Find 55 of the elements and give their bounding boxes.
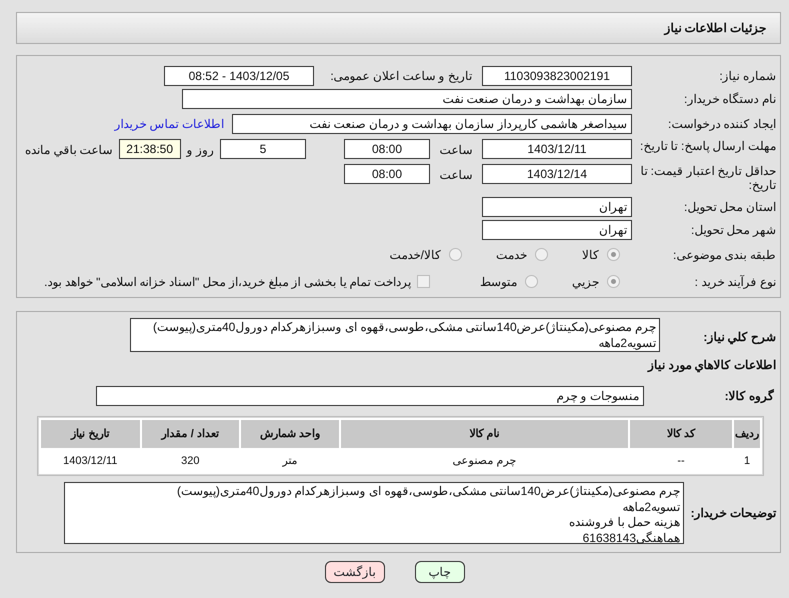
radio-button[interactable] [535, 248, 548, 262]
field-label: روز و [186, 142, 214, 159]
field-label: حداقل تاریخ اعتبار قیمت: تا تاریخ: [639, 164, 777, 193]
reply-date-field[interactable]: 1403/12/11 [482, 139, 632, 159]
field-label: نوع فرآیند خرید : [694, 274, 777, 289]
column-header: واحد شمارش [241, 420, 339, 448]
column-header: نام کالا [340, 420, 628, 448]
section-title: اطلاعات کالاهاي مورد نیاز [646, 357, 777, 374]
column-header: تاریخ نیاز [41, 420, 140, 448]
field-label: شماره نیاز: [718, 68, 777, 84]
province-field[interactable]: تهران [482, 196, 632, 217]
column-header: تعداد / مقدار [142, 420, 240, 448]
radio-label: متوسط [480, 274, 517, 291]
payment-note: پرداخت تمام یا بخشی از مبلغ خرید،از محل "اسناد خزانه اسلامی" خواهد بود. [44, 274, 411, 291]
description-field[interactable]: چرم مصنوعی(مکینتاژ)عرض140سانتی مشکی،طوسی،قهوه ای وسبزازهرکدام دورول40متری(پیوست) تسویه2ماهه [130, 318, 660, 352]
contact-link[interactable]: اطلاعات تماس خریدار [114, 115, 224, 133]
back-button[interactable]: بازگشت [324, 561, 384, 583]
field-label: گروه کالا: [724, 388, 775, 405]
field-label: شرح کلي نیاز: [702, 329, 777, 346]
validity-date-field[interactable]: 1403/12/14 [482, 164, 632, 184]
field-label: نام دستگاه خریدار: [682, 92, 777, 106]
radio-label: کالا [582, 246, 599, 264]
page-title: جزئیات اطلاعات نیاز [664, 20, 766, 37]
city-field[interactable]: تهران [482, 220, 632, 240]
remaining-time-field[interactable]: 21:38:50 [118, 139, 181, 159]
radio-button[interactable] [525, 275, 538, 288]
time-label: ساعت [438, 142, 474, 159]
field-label: توضیحات خریدار: [690, 505, 778, 522]
time-label: ساعت [438, 167, 474, 184]
column-header: کد کالا [630, 420, 732, 448]
field-label: استان محل تحویل: [682, 200, 777, 214]
validity-time-field[interactable]: 08:00 [344, 164, 430, 184]
field-label: مهلت ارسال پاسخ: تا تاریخ: [638, 139, 777, 154]
radio-label: خدمت [496, 246, 527, 264]
field-label: تاریخ و ساعت اعلان عمومی: [329, 68, 472, 85]
days-field[interactable]: 5 [220, 139, 306, 159]
radio-label: جزیي [572, 274, 599, 291]
field-label: ساعت باقي مانده [24, 142, 113, 159]
requester-field[interactable]: سیداصغر هاشمی کارپرداز سازمان بهداشت و درمان صنعت نفت [232, 114, 632, 134]
field-label: طبقه بندی موضوعی: [672, 248, 777, 262]
field-label: شهر محل تحویل: [690, 222, 777, 237]
goods-group-field[interactable]: منسوجات و چرم [96, 386, 644, 406]
radio-button[interactable] [607, 248, 620, 262]
announce-date-field[interactable]: 1403/12/05 - 08:52 [164, 66, 314, 86]
reply-time-field[interactable]: 08:00 [344, 139, 430, 159]
need-number-field[interactable]: 1103093823002191 [482, 66, 632, 86]
checkbox[interactable] [417, 275, 430, 288]
radio-button[interactable] [607, 275, 620, 288]
radio-label: کالا/خدمت [390, 246, 441, 264]
field-label: ایجاد کننده درخواست: [666, 116, 777, 132]
buyer-org-field[interactable]: سازمان بهداشت و درمان صنعت نفت [182, 89, 632, 109]
print-button[interactable]: چاپ [414, 561, 464, 583]
column-header: ردیف [734, 420, 760, 448]
radio-button[interactable] [449, 248, 462, 262]
notes-field[interactable]: چرم مصنوعی(مکینتاژ)عرض140سانتی مشکی،طوسی،قهوه ای وسبزازهرکدام دورول40متری(پیوست) تسویه2ماهه هزینه حمل با فروشنده هماهنگی61638143 [64, 482, 684, 544]
